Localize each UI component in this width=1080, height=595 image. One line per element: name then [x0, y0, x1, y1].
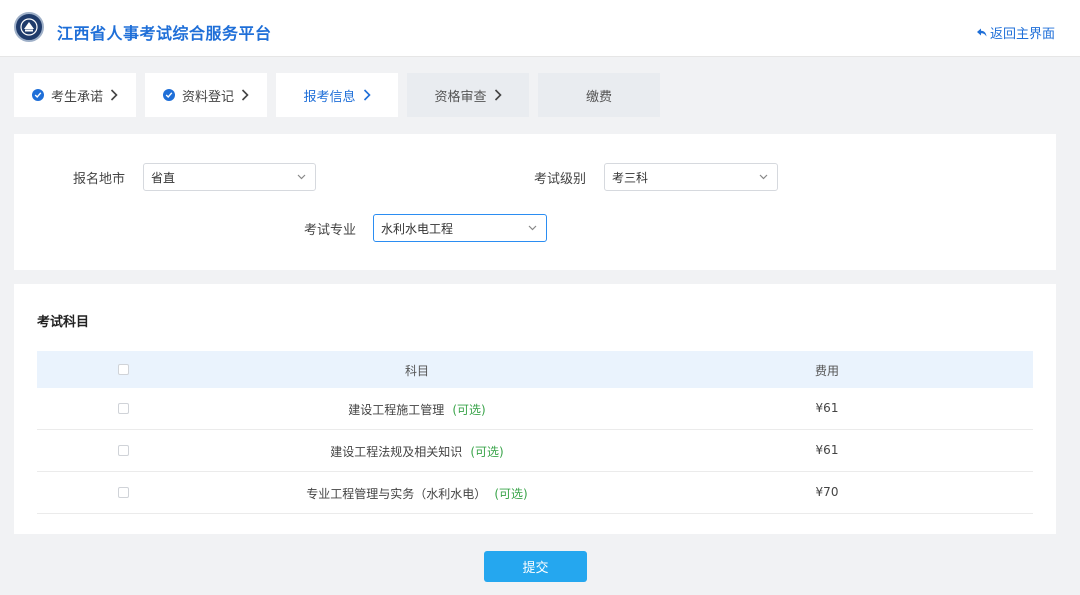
- level-label: 考试级别: [534, 172, 587, 187]
- major-label: 考试专业: [304, 223, 357, 238]
- row-checkbox[interactable]: [118, 403, 129, 414]
- major-select[interactable]: 水利水电工程: [373, 214, 547, 242]
- level-select[interactable]: 考三科: [604, 163, 778, 191]
- section-title: 考试科目: [37, 315, 90, 330]
- table-row: 专业工程管理与实务（水利水电） (可选) ¥70: [37, 472, 1033, 514]
- subject-cell: 专业工程管理与实务（水利水电） (可选): [167, 485, 667, 502]
- subject-name: 建设工程施工管理: [348, 403, 445, 417]
- site-title: 江西省人事考试综合服务平台: [57, 24, 272, 43]
- optional-tag: (可选): [494, 487, 528, 501]
- chevron-right-icon: [241, 89, 249, 101]
- city-select[interactable]: 省直: [143, 163, 316, 191]
- select-all-checkbox[interactable]: [118, 364, 129, 375]
- chevron-right-icon: [494, 89, 502, 101]
- chevron-right-icon: [363, 89, 371, 101]
- subject-name: 建设工程法规及相关知识: [330, 445, 463, 459]
- major-select-value: 水利水电工程: [381, 221, 454, 236]
- fee-column-header: 费用: [814, 364, 839, 378]
- table-row: 建设工程法规及相关知识 (可选) ¥61: [37, 430, 1033, 472]
- fee-cell: ¥61: [815, 401, 839, 415]
- fee-cell: ¥61: [815, 443, 839, 457]
- step-registration[interactable]: 资料登记: [145, 73, 267, 117]
- fee-cell: ¥70: [815, 485, 839, 499]
- back-to-main-link[interactable]: 返回主界面: [976, 23, 1055, 42]
- emblem-icon: [14, 12, 44, 42]
- step-navigation: 考生承诺 资料登记 报考信息 资格审查 缴费: [14, 73, 660, 117]
- subject-cell: 建设工程法规及相关知识 (可选): [167, 443, 667, 460]
- step-label: 缴费: [585, 89, 612, 105]
- chevron-down-icon: [759, 174, 768, 180]
- subjects-table: 科目 费用 建设工程施工管理 (可选) ¥61 建设工程法规及相关知识 (可选) ¥…: [37, 351, 1033, 514]
- table-row: 建设工程施工管理 (可选) ¥61: [37, 388, 1033, 430]
- step-label: 资格审查: [434, 89, 487, 105]
- city-select-value: 省直: [151, 170, 176, 185]
- step-label: 资料登记: [181, 89, 234, 105]
- back-link-label: 返回主界面: [989, 27, 1055, 42]
- step-pledge[interactable]: 考生承诺: [14, 73, 136, 117]
- step-payment[interactable]: 缴费: [538, 73, 660, 117]
- step-qualification-review[interactable]: 资格审查: [407, 73, 529, 117]
- subject-cell: 建设工程施工管理 (可选): [167, 401, 667, 418]
- step-label: 报考信息: [303, 89, 356, 105]
- table-header: 科目 费用: [37, 351, 1033, 388]
- step-label: 考生承诺: [50, 89, 103, 105]
- return-arrow-icon: [976, 28, 987, 36]
- subject-name: 专业工程管理与实务（水利水电）: [306, 487, 487, 501]
- submit-button[interactable]: 提交: [484, 551, 587, 582]
- chevron-right-icon: [110, 89, 118, 101]
- chevron-down-icon: [297, 174, 306, 180]
- level-select-value: 考三科: [612, 170, 649, 185]
- subject-column-header: 科目: [404, 364, 429, 378]
- row-checkbox[interactable]: [118, 487, 129, 498]
- optional-tag: (可选): [470, 445, 504, 459]
- chevron-down-icon: [528, 225, 537, 231]
- step-exam-info[interactable]: 报考信息: [276, 73, 398, 117]
- exam-subjects-panel: 考试科目 科目 费用 建设工程施工管理 (可选) ¥61 建设工程法规及相关知识 (…: [14, 284, 1056, 534]
- optional-tag: (可选): [452, 403, 486, 417]
- city-label: 报名地市: [73, 172, 126, 187]
- check-circle-icon: [31, 89, 44, 101]
- exam-info-form: 报名地市 省直 考试级别 考三科 考试专业 水利水电工程: [14, 134, 1056, 270]
- top-bar: 江西省人事考试综合服务平台 返回主界面: [0, 0, 1080, 57]
- check-circle-icon: [162, 89, 175, 101]
- row-checkbox[interactable]: [118, 445, 129, 456]
